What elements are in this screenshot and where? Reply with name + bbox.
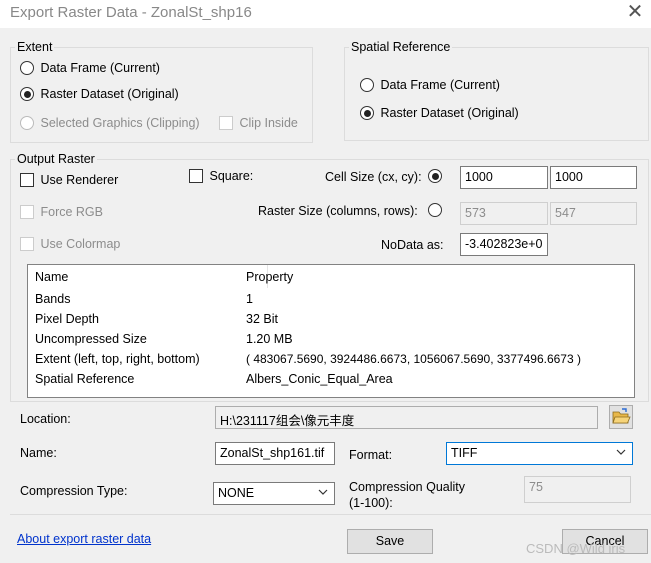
- cell-size-cx-input[interactable]: 1000: [460, 166, 548, 189]
- radio-icon: [360, 78, 374, 92]
- sr-data-frame-radio[interactable]: Data Frame (Current): [360, 78, 500, 95]
- radio-disabled-icon: [20, 116, 34, 130]
- use-colormap-label: Use Colormap: [40, 237, 121, 251]
- extent-selected-graphics-label: Selected Graphics (Clipping): [40, 116, 200, 130]
- radio-icon: [428, 203, 442, 217]
- compression-quality-label: Compression Quality: [349, 480, 466, 494]
- property-value: 32 Bit: [246, 312, 278, 326]
- close-icon[interactable]: ✕: [622, 1, 648, 25]
- checkbox-icon: [189, 169, 203, 183]
- clip-inside-checkbox[interactable]: Clip Inside: [219, 116, 298, 133]
- location-input[interactable]: H:\231117组会\像元丰度: [215, 406, 598, 429]
- compression-type-select[interactable]: NONE: [213, 482, 335, 505]
- sr-data-frame-label: Data Frame (Current): [380, 78, 500, 92]
- compression-quality-range-label: (1-100):: [349, 496, 393, 510]
- watermark: CSDN @Wild iris: [526, 541, 626, 556]
- browse-folder-button[interactable]: [609, 405, 633, 429]
- chevron-down-icon: [318, 489, 328, 495]
- folder-open-icon: [612, 408, 631, 424]
- checkbox-disabled-icon: [219, 116, 233, 130]
- radio-icon: [20, 61, 34, 75]
- sr-raster-dataset-radio[interactable]: Raster Dataset (Original): [360, 106, 519, 123]
- property-name: Extent (left, top, right, bottom): [35, 352, 200, 366]
- property-name: Bands: [35, 292, 71, 306]
- force-rgb-label: Force RGB: [40, 205, 103, 219]
- cell-size-label: Cell Size (cx, cy):: [325, 170, 422, 184]
- properties-list[interactable]: Name Property Bands 1 Pixel Depth 32 Bit…: [27, 264, 635, 398]
- use-renderer-label: Use Renderer: [40, 173, 119, 187]
- compression-type-value: NONE: [218, 486, 255, 500]
- property-value: 1: [246, 292, 253, 306]
- use-renderer-checkbox[interactable]: Use Renderer: [20, 173, 118, 190]
- extent-raster-dataset-label: Raster Dataset (Original): [40, 87, 179, 101]
- extent-selected-graphics-radio[interactable]: Selected Graphics (Clipping): [20, 116, 200, 133]
- format-select[interactable]: TIFF: [446, 442, 633, 465]
- name-input[interactable]: ZonalSt_shp161.tif: [215, 442, 335, 465]
- radio-checked-icon: [20, 87, 34, 101]
- raster-size-label: Raster Size (columns, rows):: [258, 204, 418, 218]
- use-colormap-checkbox[interactable]: Use Colormap: [20, 237, 120, 254]
- format-label: Format:: [349, 448, 393, 462]
- compression-quality-input[interactable]: 75: [524, 476, 631, 503]
- footer-divider: [10, 514, 651, 515]
- chevron-down-icon: [616, 449, 626, 455]
- window-title: Export Raster Data - ZonalSt_shp16: [10, 4, 252, 21]
- checkbox-disabled-icon: [20, 237, 34, 251]
- column-header-property[interactable]: Property: [246, 270, 293, 284]
- spatial-reference-legend: Spatial Reference: [351, 40, 451, 54]
- cell-size-radio[interactable]: [428, 169, 442, 186]
- property-name: Spatial Reference: [35, 372, 135, 386]
- raster-rows-input[interactable]: 547: [550, 202, 637, 225]
- nodata-input[interactable]: -3.402823e+0: [460, 233, 548, 256]
- save-button[interactable]: Save: [347, 529, 433, 554]
- output-raster-legend: Output Raster: [17, 152, 95, 166]
- nodata-label: NoData as:: [381, 238, 444, 252]
- property-value: ( 483067.5690, 3924486.6673, 1056067.569…: [246, 352, 581, 366]
- radio-checked-icon: [360, 106, 374, 120]
- extent-data-frame-label: Data Frame (Current): [40, 61, 160, 75]
- cell-size-cy-input[interactable]: 1000: [550, 166, 637, 189]
- raster-size-radio[interactable]: [428, 203, 442, 220]
- clip-inside-label: Clip Inside: [239, 116, 298, 130]
- checkbox-icon: [20, 173, 34, 187]
- column-header-name[interactable]: Name: [35, 270, 68, 284]
- property-value: Albers_Conic_Equal_Area: [246, 372, 393, 386]
- property-name: Uncompressed Size: [35, 332, 147, 346]
- force-rgb-checkbox[interactable]: Force RGB: [20, 205, 103, 222]
- name-label: Name:: [20, 446, 57, 460]
- extent-data-frame-radio[interactable]: Data Frame (Current): [20, 61, 160, 78]
- location-label: Location:: [20, 412, 71, 426]
- raster-columns-input[interactable]: 573: [460, 202, 548, 225]
- compression-type-label: Compression Type:: [20, 484, 128, 498]
- checkbox-disabled-icon: [20, 205, 34, 219]
- title-bar: Export Raster Data - ZonalSt_shp16 ✕: [0, 0, 651, 28]
- square-label: Square:: [209, 169, 254, 183]
- extent-legend: Extent: [17, 40, 53, 54]
- square-checkbox[interactable]: Square:: [189, 169, 253, 186]
- extent-raster-dataset-radio[interactable]: Raster Dataset (Original): [20, 87, 179, 104]
- radio-checked-icon: [428, 169, 442, 183]
- property-value: 1.20 MB: [246, 332, 293, 346]
- about-export-link[interactable]: About export raster data: [17, 532, 151, 546]
- property-name: Pixel Depth: [35, 312, 99, 326]
- sr-raster-dataset-label: Raster Dataset (Original): [380, 106, 519, 120]
- format-select-value: TIFF: [451, 446, 478, 460]
